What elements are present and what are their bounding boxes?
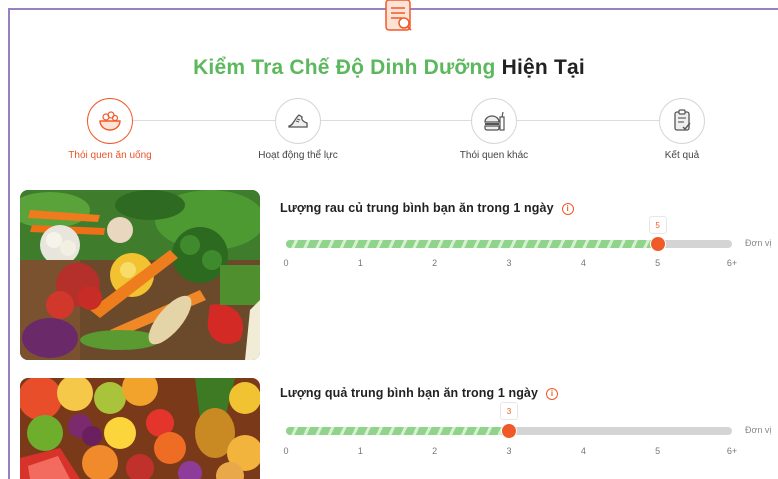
info-icon[interactable]: i — [546, 388, 559, 400]
step-label: Hoạt động thể lực — [258, 150, 338, 161]
step-other-habits[interactable]: Thói quen khác — [424, 98, 564, 161]
slider-tick-label: 3 — [506, 258, 512, 268]
slider-value-bubble: 3 — [500, 402, 518, 420]
slider-tick-label: 0 — [283, 446, 289, 456]
slider-tick-label: 5 — [655, 258, 661, 268]
step-results[interactable]: Kết quả — [612, 98, 752, 161]
running-shoe-icon — [275, 98, 321, 144]
slider-tick-label: 5 — [655, 446, 661, 456]
salad-bowl-icon — [87, 98, 133, 144]
slider-tick-label: 6+ — [726, 446, 738, 456]
slider-ticks: 0 1 2 3 4 5 6+ — [283, 258, 737, 270]
slider-tick-label: 1 — [357, 446, 363, 456]
slider-thumb[interactable] — [502, 424, 516, 438]
unit-label: Đơn vị — [745, 425, 772, 435]
question-label: Lượng rau củ trung bình bạn ăn trong 1 n… — [280, 201, 554, 215]
question-fruits: Lượng quả trung bình bạn ăn trong 1 ngày… — [280, 386, 559, 400]
step-physical-activity[interactable]: Hoạt động thể lực — [228, 98, 368, 161]
question-vegetables: Lượng rau củ trung bình bạn ăn trong 1 n… — [280, 201, 574, 215]
slider-tick-label: 3 — [506, 446, 512, 456]
slider-value-bubble: 5 — [648, 216, 667, 234]
slider-tick-label: 6+ — [726, 258, 738, 268]
stepper-line — [115, 120, 680, 121]
vegetables-photo — [20, 190, 260, 360]
burger-drink-icon — [471, 98, 517, 144]
question-label: Lượng quả trung bình bạn ăn trong 1 ngày — [280, 386, 539, 400]
step-label: Thói quen khác — [459, 150, 529, 161]
slider-tick-label: 4 — [580, 446, 586, 456]
unit-label: Đơn vị — [745, 238, 772, 248]
title-dark-part: Hiện Tại — [501, 56, 585, 79]
slider-tick-label: 0 — [283, 258, 289, 268]
info-icon[interactable]: i — [561, 203, 574, 215]
fruits-slider[interactable] — [286, 424, 732, 438]
fruits-photo — [20, 378, 260, 479]
slider-tick-label: 2 — [432, 258, 438, 268]
step-label: Kết quả — [664, 150, 700, 161]
step-label: Thói quen ăn uống — [68, 150, 152, 161]
slider-fill — [286, 427, 509, 435]
clipboard-check-icon — [659, 98, 705, 144]
vegetables-slider[interactable] — [286, 237, 732, 251]
slider-fill — [286, 240, 658, 248]
slider-thumb[interactable] — [650, 237, 665, 251]
step-eating-habits[interactable]: Thói quen ăn uống — [40, 98, 180, 161]
page-title: Kiểm Tra Chế Độ Dinh Dưỡng Hiện Tại — [0, 56, 778, 80]
slider-ticks: 0 1 2 3 4 5 6+ — [283, 446, 737, 458]
slider-tick-label: 2 — [432, 446, 438, 456]
slider-tick-label: 1 — [357, 258, 363, 268]
title-green-part: Kiểm Tra Chế Độ Dinh Dưỡng — [193, 56, 496, 79]
document-list-icon — [380, 0, 416, 34]
slider-tick-label: 4 — [580, 258, 586, 268]
